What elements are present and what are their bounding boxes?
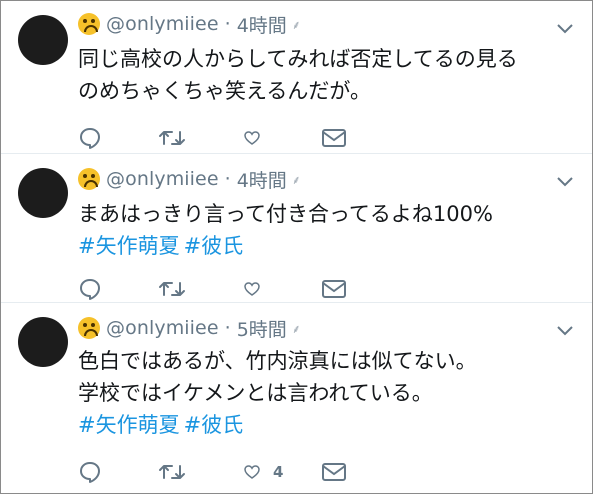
like-count: 4 xyxy=(273,463,284,481)
tweet-actions xyxy=(78,276,378,302)
reply-icon xyxy=(80,462,100,483)
chevron-down-icon[interactable] xyxy=(554,170,576,192)
reply-button[interactable] xyxy=(78,276,102,302)
hashtag-link[interactable]: #矢作萌夏 xyxy=(78,413,180,437)
tweet-actions xyxy=(78,125,378,151)
upside-down-face-emoji-icon xyxy=(78,168,100,190)
timeline: @onlymiiee · 4時間 ⸙ 同じ高校の人からしてみれば否定してるの見る… xyxy=(0,0,593,494)
tweet-line: のめちゃくちゃ笑えるんだが。 xyxy=(78,79,371,103)
like-button[interactable] xyxy=(243,125,261,151)
envelope-icon xyxy=(322,129,346,147)
user-handle[interactable]: @onlymiiee xyxy=(106,168,219,190)
tweet-header: @onlymiiee · 4時間 ⸙ xyxy=(78,11,301,37)
heart-icon xyxy=(244,282,260,296)
reply-icon xyxy=(80,279,100,300)
retweet-icon xyxy=(159,465,185,479)
direct-message-button[interactable] xyxy=(321,125,347,151)
hashtag-line: #矢作萌夏 #彼氏 xyxy=(78,230,493,262)
pin-icon: ⸙ xyxy=(291,172,301,187)
tweet[interactable]: @onlymiiee · 5時間 ⸙ 色白ではあるが、竹内涼真には似てない。 学… xyxy=(1,303,592,493)
direct-message-button[interactable] xyxy=(321,276,347,302)
pin-icon: ⸙ xyxy=(291,17,301,32)
upside-down-face-emoji-icon xyxy=(78,13,100,35)
pin-icon: ⸙ xyxy=(291,321,301,336)
tweet-line: 同じ高校の人からしてみれば否定してるの見る xyxy=(78,47,518,71)
direct-message-button[interactable] xyxy=(321,459,347,485)
hashtag-link[interactable]: #彼氏 xyxy=(184,413,244,437)
tweet-text: 色白ではあるが、竹内涼真には似てない。 学校ではイケメンとは言われている。 #矢… xyxy=(78,345,477,441)
timestamp[interactable]: 4時間 xyxy=(237,166,287,193)
tweet[interactable]: @onlymiiee · 4時間 ⸙ 同じ高校の人からしてみれば否定してるの見る… xyxy=(1,1,592,154)
tweet-line: 学校ではイケメンとは言われている。 xyxy=(78,381,433,405)
tweet-header: @onlymiiee · 5時間 ⸙ xyxy=(78,315,301,341)
hashtag-link[interactable]: #矢作萌夏 xyxy=(78,234,180,258)
reply-icon xyxy=(80,128,100,149)
chevron-down-icon[interactable] xyxy=(554,319,576,341)
avatar[interactable] xyxy=(18,15,68,65)
avatar[interactable] xyxy=(18,168,68,218)
avatar[interactable] xyxy=(18,317,68,367)
separator: · xyxy=(224,317,231,339)
retweet-icon xyxy=(159,131,185,145)
user-handle[interactable]: @onlymiiee xyxy=(106,317,219,339)
retweet-button[interactable] xyxy=(158,125,186,151)
heart-icon xyxy=(244,465,260,479)
tweet[interactable]: @onlymiiee · 4時間 ⸙ まあはっきり言って付き合ってるよね100%… xyxy=(1,154,592,303)
tweet-text: まあはっきり言って付き合ってるよね100% #矢作萌夏 #彼氏 xyxy=(78,198,493,262)
tweet-line: まあはっきり言って付き合ってるよね100% xyxy=(78,202,493,226)
separator: · xyxy=(224,168,231,190)
like-button[interactable] xyxy=(243,276,261,302)
separator: · xyxy=(224,13,231,35)
tweet-line: 色白ではあるが、竹内涼真には似てない。 xyxy=(78,349,477,373)
hashtag-line: #矢作萌夏 #彼氏 xyxy=(78,409,477,441)
envelope-icon xyxy=(322,280,346,298)
hashtag-link[interactable]: #彼氏 xyxy=(184,234,244,258)
heart-icon xyxy=(244,131,260,145)
timestamp[interactable]: 4時間 xyxy=(237,11,287,38)
tweet-text: 同じ高校の人からしてみれば否定してるの見る のめちゃくちゃ笑えるんだが。 xyxy=(78,43,518,107)
tweet-actions: 4 xyxy=(78,459,378,485)
chevron-down-icon[interactable] xyxy=(554,17,576,39)
envelope-icon xyxy=(322,463,346,481)
retweet-button[interactable] xyxy=(158,459,186,485)
timestamp[interactable]: 5時間 xyxy=(237,315,287,342)
upside-down-face-emoji-icon xyxy=(78,317,100,339)
retweet-icon xyxy=(159,282,185,296)
tweet-header: @onlymiiee · 4時間 ⸙ xyxy=(78,166,301,192)
reply-button[interactable] xyxy=(78,459,102,485)
user-handle[interactable]: @onlymiiee xyxy=(106,13,219,35)
reply-button[interactable] xyxy=(78,125,102,151)
like-button[interactable]: 4 xyxy=(243,459,283,485)
retweet-button[interactable] xyxy=(158,276,186,302)
